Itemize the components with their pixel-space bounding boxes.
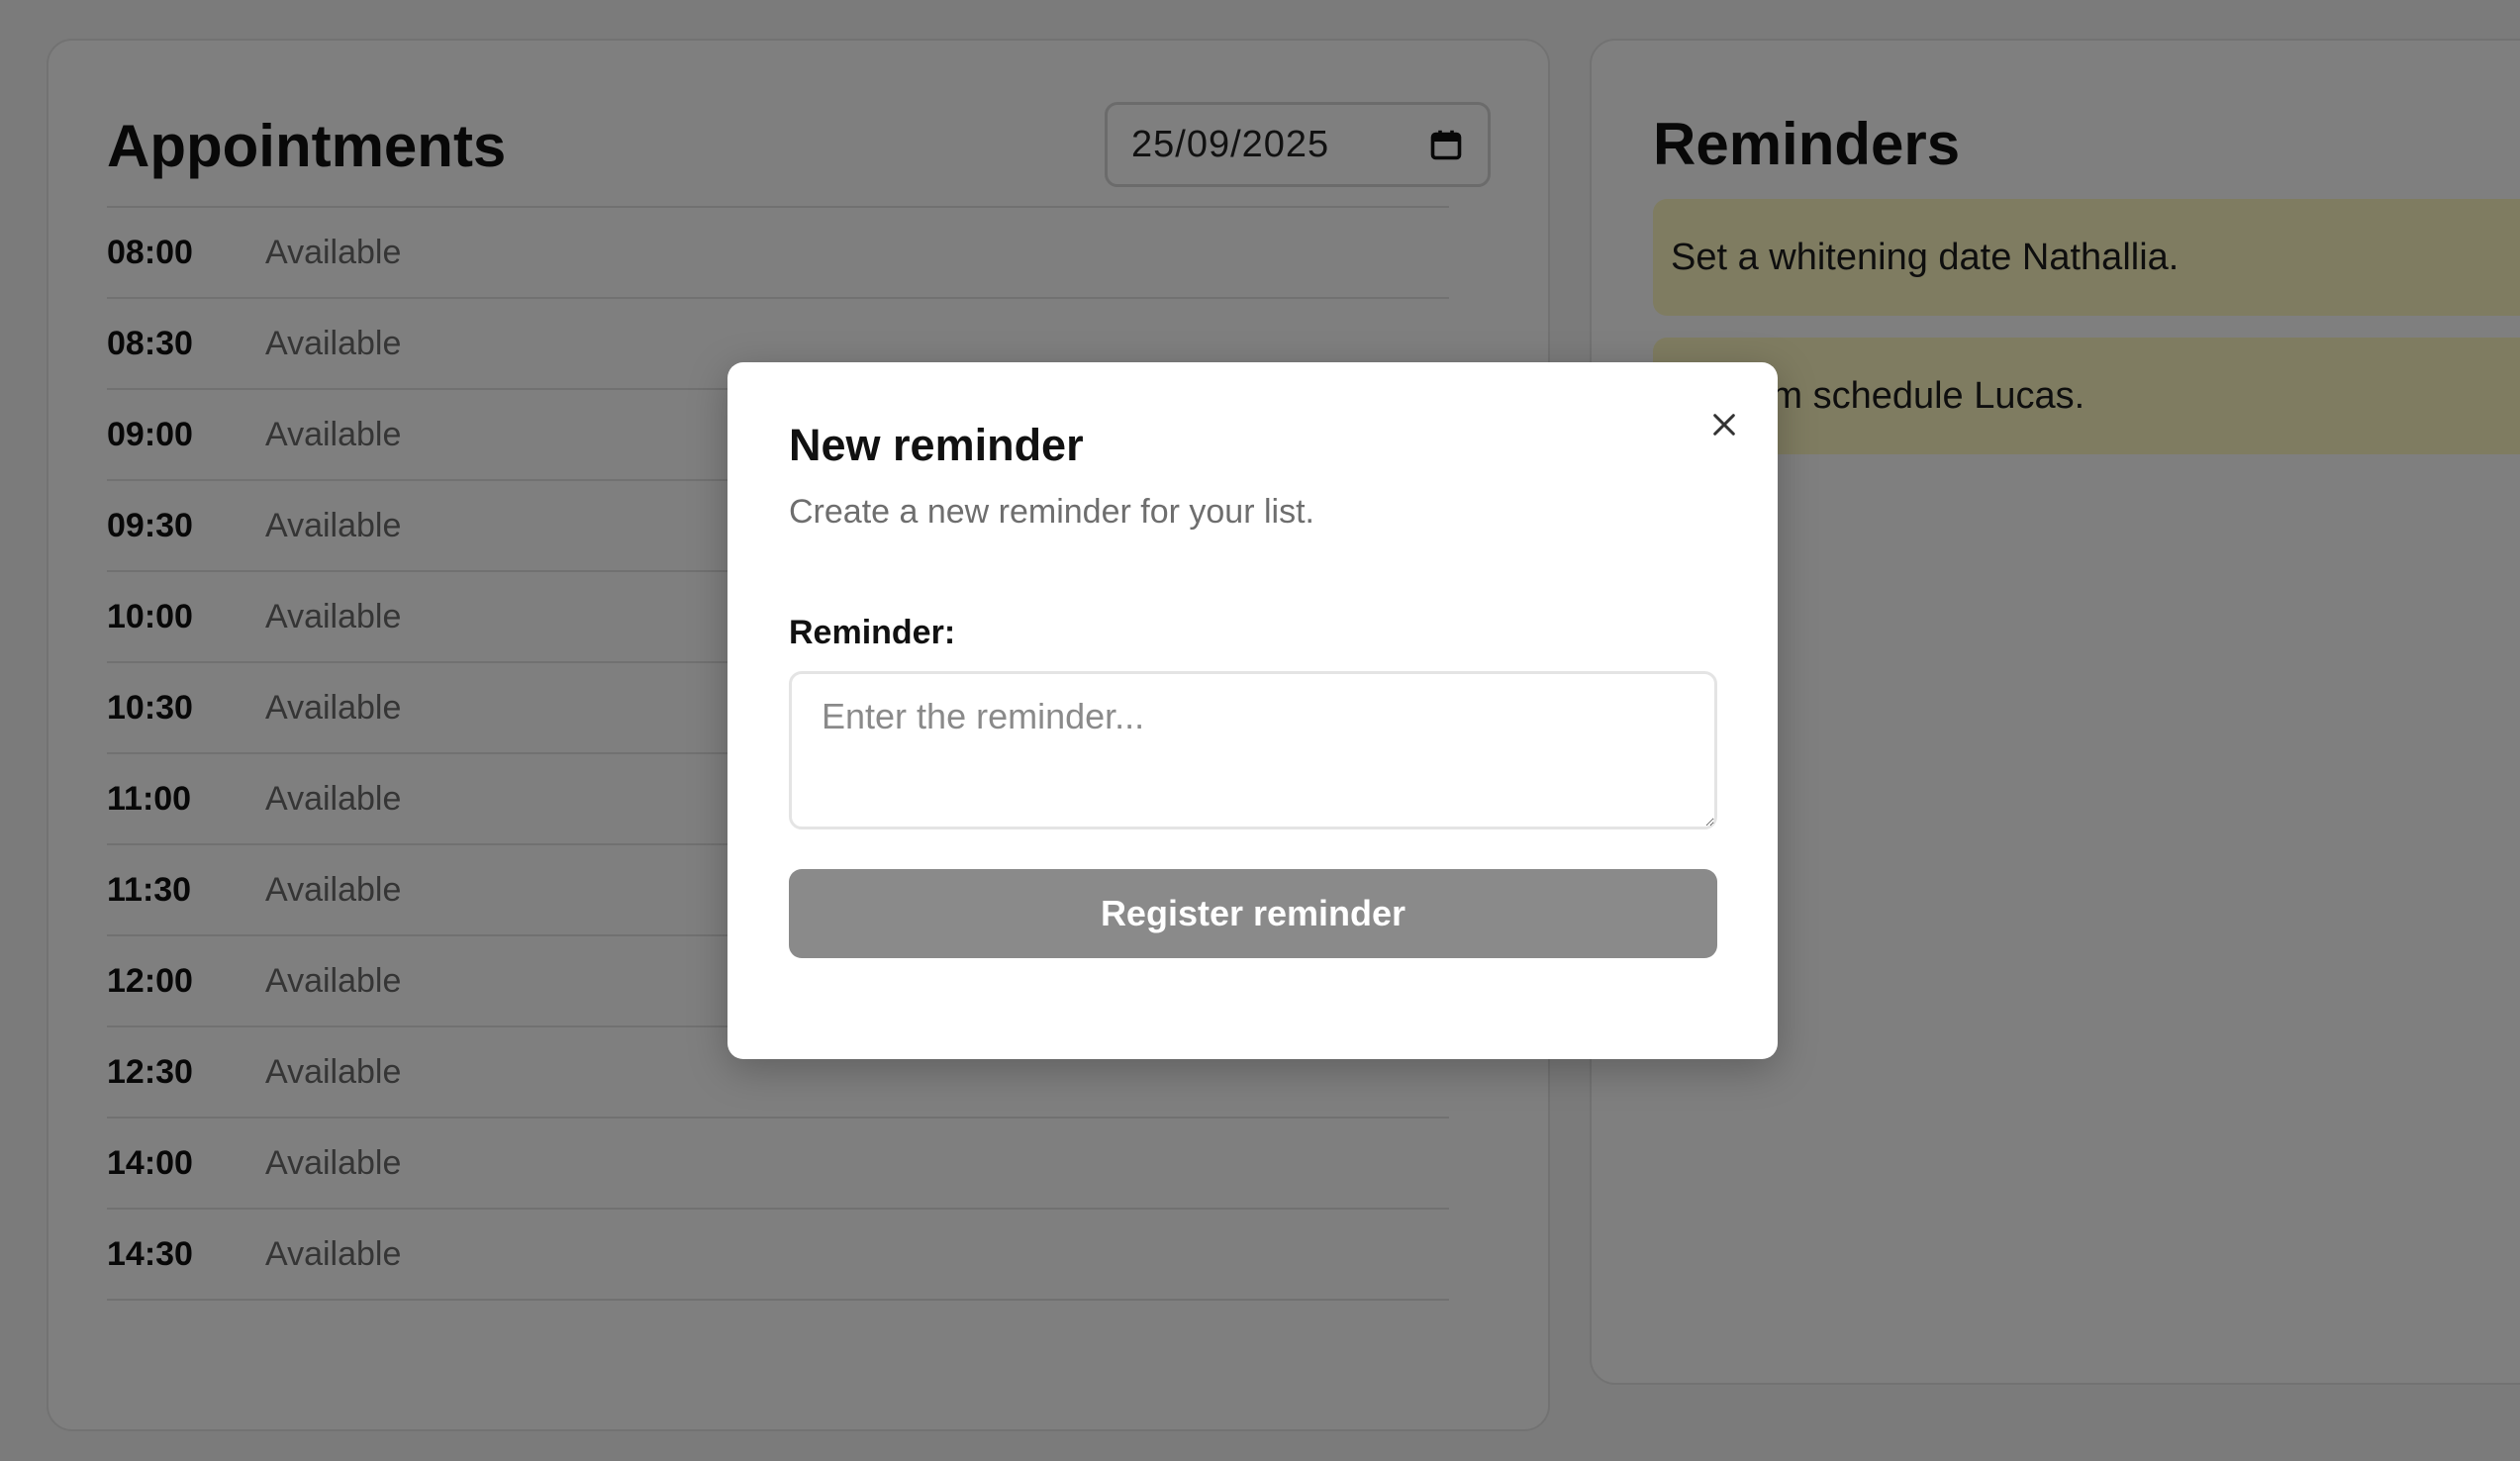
- register-reminder-button[interactable]: Register reminder: [789, 869, 1717, 958]
- reminder-textarea[interactable]: [789, 671, 1717, 829]
- dialog-subtitle: Create a new reminder for your list.: [789, 493, 1314, 531]
- page: Appointments 25/09/2025 08:00 Available …: [0, 0, 2520, 1461]
- close-button[interactable]: [1697, 398, 1751, 451]
- reminder-field-label: Reminder:: [789, 614, 956, 651]
- close-icon: [1713, 414, 1735, 436]
- dialog-title: New reminder: [789, 420, 1084, 470]
- new-reminder-dialog: New reminder Create a new reminder for y…: [727, 362, 1778, 1059]
